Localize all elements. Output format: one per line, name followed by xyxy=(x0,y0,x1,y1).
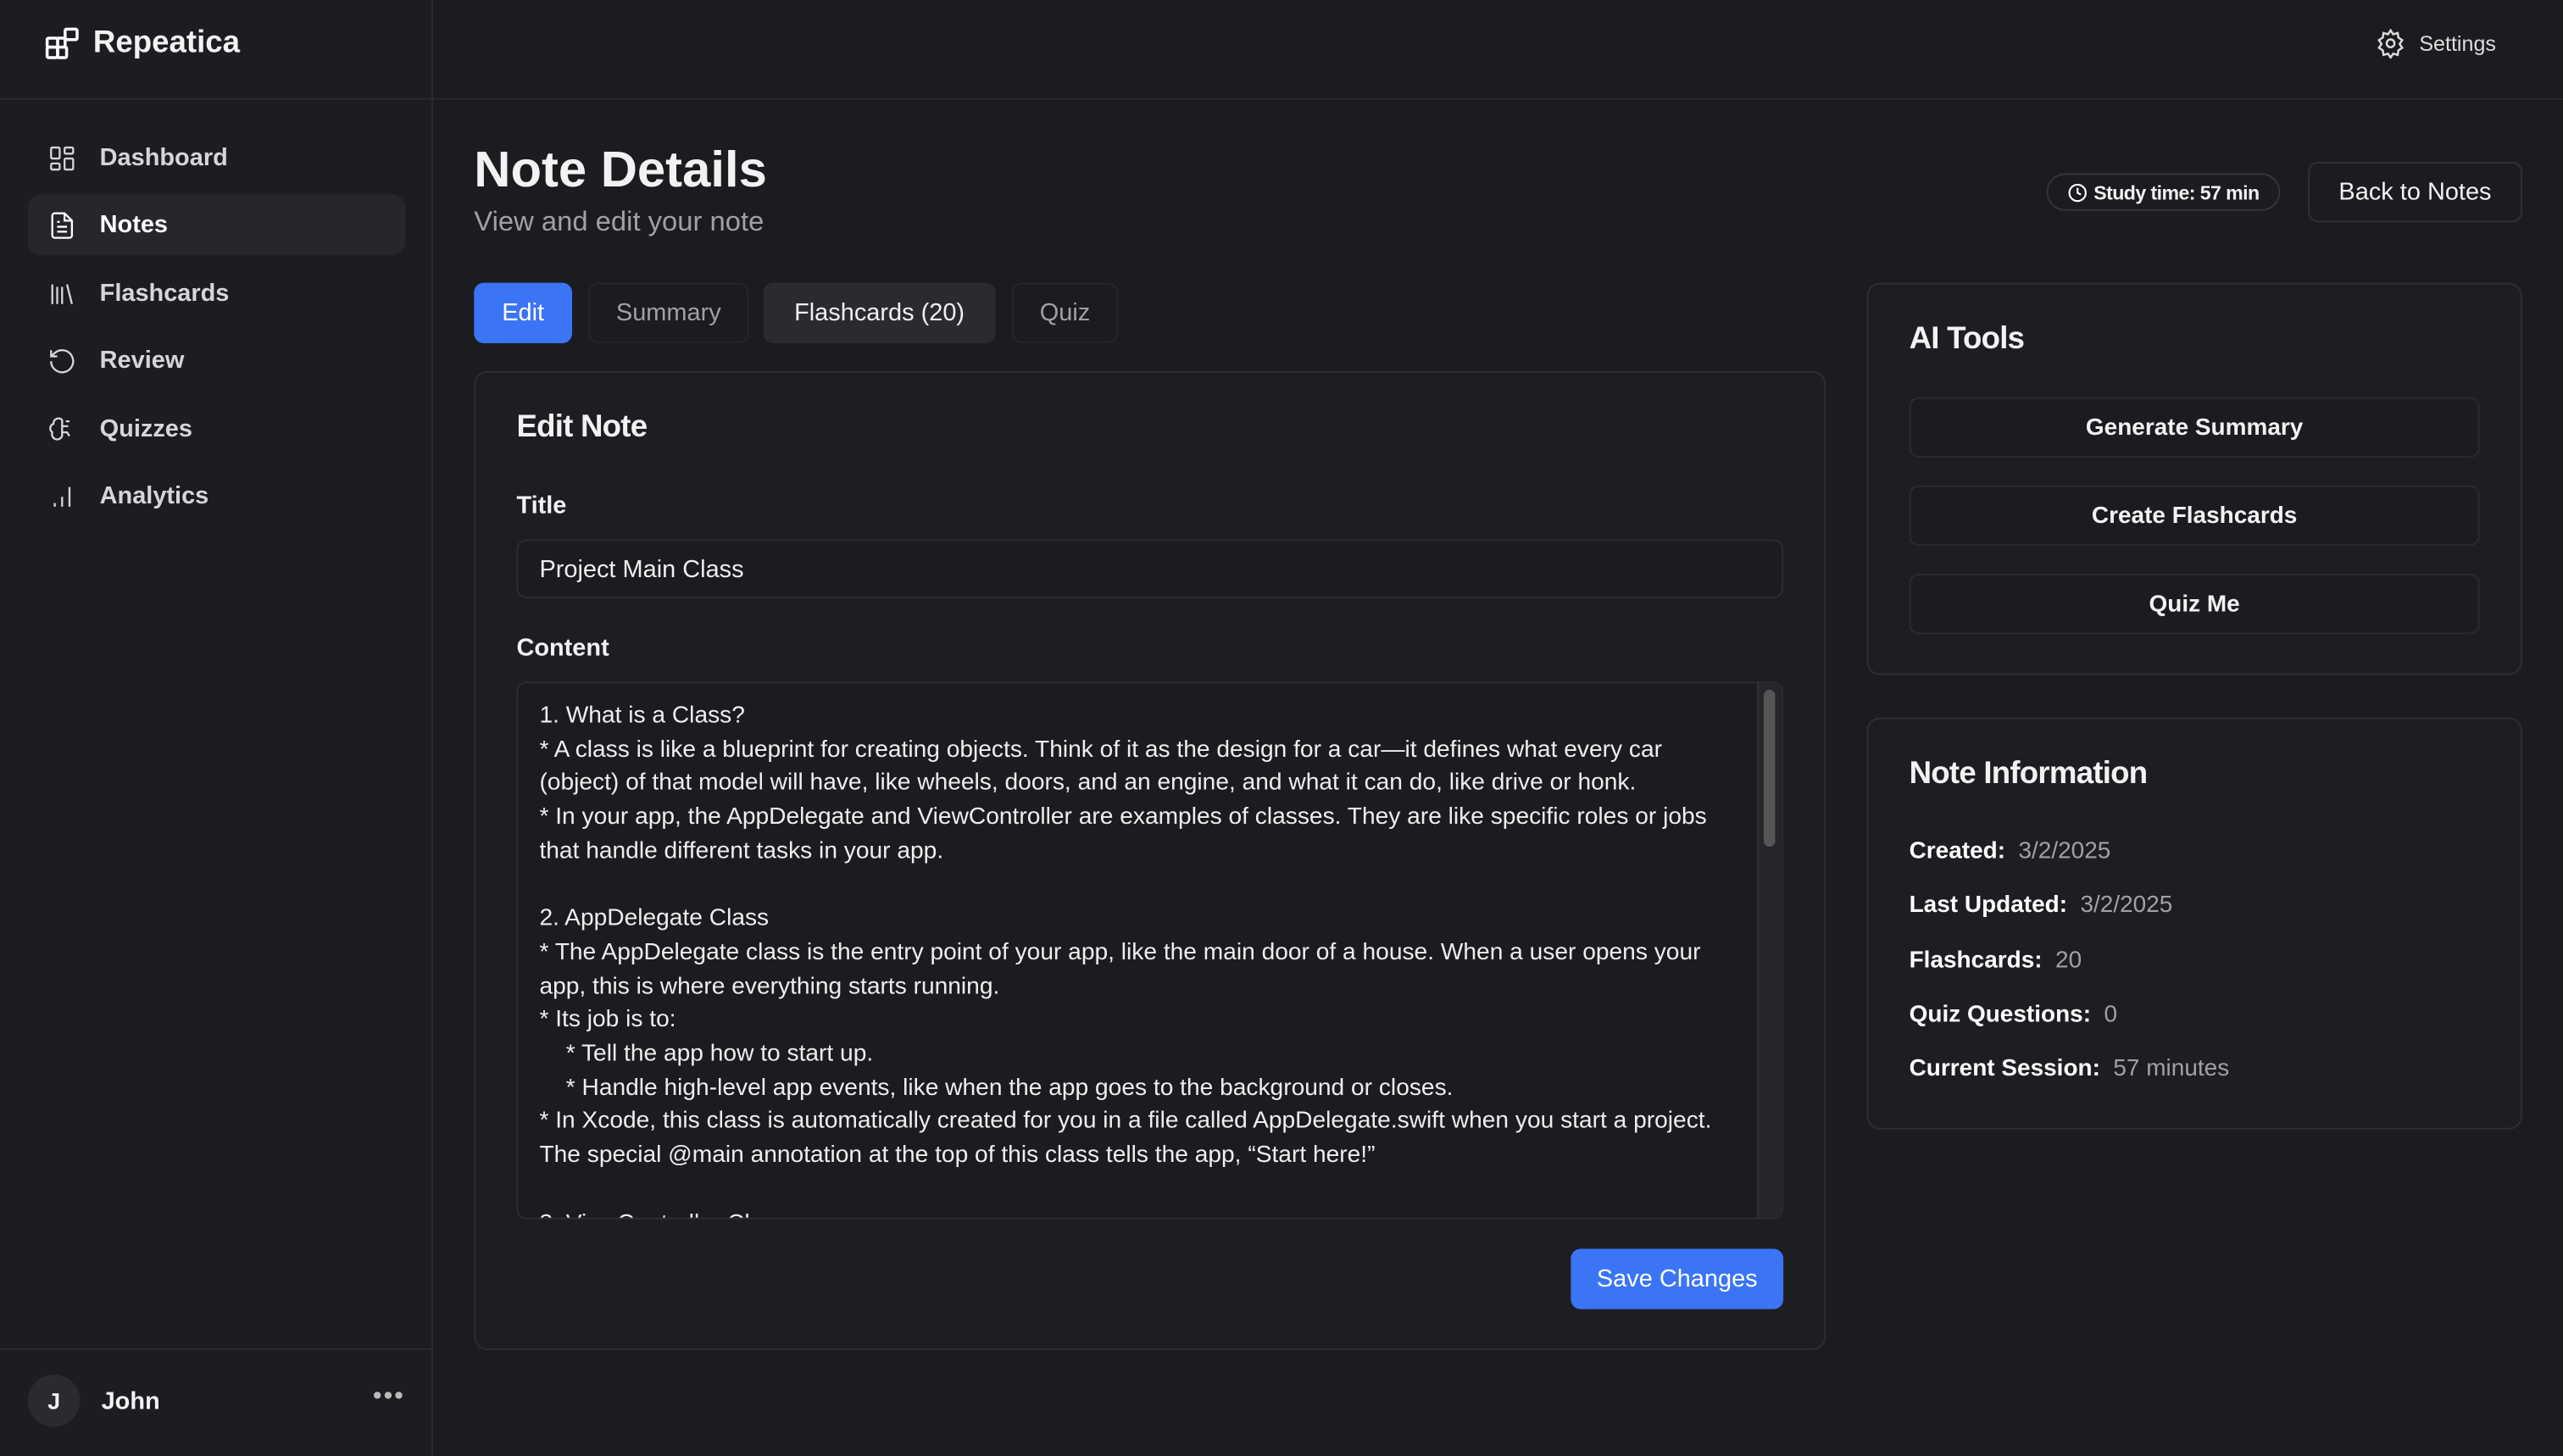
library-icon xyxy=(51,283,73,304)
sidebar-item-notes[interactable]: Notes xyxy=(27,194,406,255)
more-options-icon[interactable]: ••• xyxy=(373,1383,405,1413)
info-label: Last Updated: xyxy=(1909,892,2068,919)
info-label: Created: xyxy=(1909,838,2006,865)
sidebar-item-label: Flashcards xyxy=(99,279,230,308)
tab-edit[interactable]: Edit xyxy=(474,282,573,344)
tab-summary[interactable]: Summary xyxy=(588,282,749,344)
avatar[interactable]: J xyxy=(27,1374,81,1427)
sidebar-item-quizzes[interactable]: Quizzes xyxy=(28,399,406,459)
settings-button[interactable]: Settings xyxy=(2375,28,2496,59)
ai-tools-heading: AI Tools xyxy=(1909,321,2025,357)
info-value: 3/2/2025 xyxy=(2080,892,2173,919)
info-label: Flashcards: xyxy=(1909,948,2043,975)
app-name: Repeatica xyxy=(92,25,241,61)
info-row-last-updated: Last Updated: 3/2/2025 xyxy=(1910,892,2173,919)
app-root: Repeatica Dashboard Notes Flashcards Rev… xyxy=(0,0,2563,1456)
info-value: 3/2/2025 xyxy=(2018,838,2111,865)
info-row-created: Created: 3/2/2025 xyxy=(1910,838,2111,864)
save-changes-button[interactable]: Save Changes xyxy=(1571,1248,1784,1309)
scrollbar-thumb[interactable] xyxy=(1763,689,1776,847)
study-time-badge: Study time: 57 min xyxy=(2046,173,2281,211)
info-value: 0 xyxy=(2104,1002,2118,1029)
user-name: John xyxy=(101,1387,160,1416)
info-row-current-session: Current Session: 57 minutes xyxy=(1910,1056,2230,1082)
top-bar xyxy=(433,0,2563,100)
info-value: 57 minutes xyxy=(2113,1055,2230,1082)
app-logo[interactable]: Repeatica xyxy=(44,26,240,62)
edit-note-heading: Edit Note xyxy=(516,410,648,445)
sidebar-item-label: Quizzes xyxy=(99,414,192,443)
sidebar-item-flashcards[interactable]: Flashcards xyxy=(28,264,406,324)
info-value: 20 xyxy=(2055,948,2082,975)
quiz-me-button[interactable]: Quiz Me xyxy=(1909,573,2480,635)
study-time-text: Study time: 57 min xyxy=(2093,181,2260,204)
back-to-notes-button[interactable]: Back to Notes xyxy=(2308,161,2522,223)
sidebar-item-label: Review xyxy=(99,346,185,375)
content-textarea[interactable]: 1. What is a Class? * A class is like a … xyxy=(516,681,1784,1220)
info-label: Quiz Questions: xyxy=(1909,1002,2092,1029)
page-title: Note Details xyxy=(474,140,767,198)
sidebar-item-analytics[interactable]: Analytics xyxy=(28,466,406,526)
generate-summary-button[interactable]: Generate Summary xyxy=(1909,397,2480,458)
info-row-flashcards: Flashcards: 20 xyxy=(1910,948,2082,975)
gear-icon xyxy=(2377,28,2405,59)
logo-icon xyxy=(45,27,79,59)
file-text-icon xyxy=(51,211,74,238)
tab-quiz[interactable]: Quiz xyxy=(1011,282,1119,344)
title-input[interactable]: Project Main Class xyxy=(516,539,1784,598)
note-information-heading: Note Information xyxy=(1909,756,2149,792)
dashboard-icon xyxy=(50,145,75,170)
tab-flashcards[interactable]: Flashcards (20) xyxy=(763,282,996,344)
title-label: Title xyxy=(516,492,567,520)
page-subtitle: View and edit your note xyxy=(474,206,764,237)
sidebar-item-label: Analytics xyxy=(99,481,209,510)
brain-icon xyxy=(49,416,70,440)
rotate-ccw-icon xyxy=(50,348,75,373)
clock-icon xyxy=(2068,182,2087,202)
sidebar-item-label: Notes xyxy=(99,210,169,239)
create-flashcards-button[interactable]: Create Flashcards xyxy=(1909,485,2480,547)
info-row-quiz-questions: Quiz Questions: 0 xyxy=(1910,1002,2117,1028)
info-label: Current Session: xyxy=(1909,1055,2100,1082)
sidebar-item-review[interactable]: Review xyxy=(28,331,406,391)
settings-label: Settings xyxy=(2419,31,2496,56)
content-label: Content xyxy=(516,634,609,663)
bar-chart-icon xyxy=(53,486,71,506)
sidebar-item-dashboard[interactable]: Dashboard xyxy=(28,127,406,187)
sidebar-item-label: Dashboard xyxy=(99,143,228,172)
